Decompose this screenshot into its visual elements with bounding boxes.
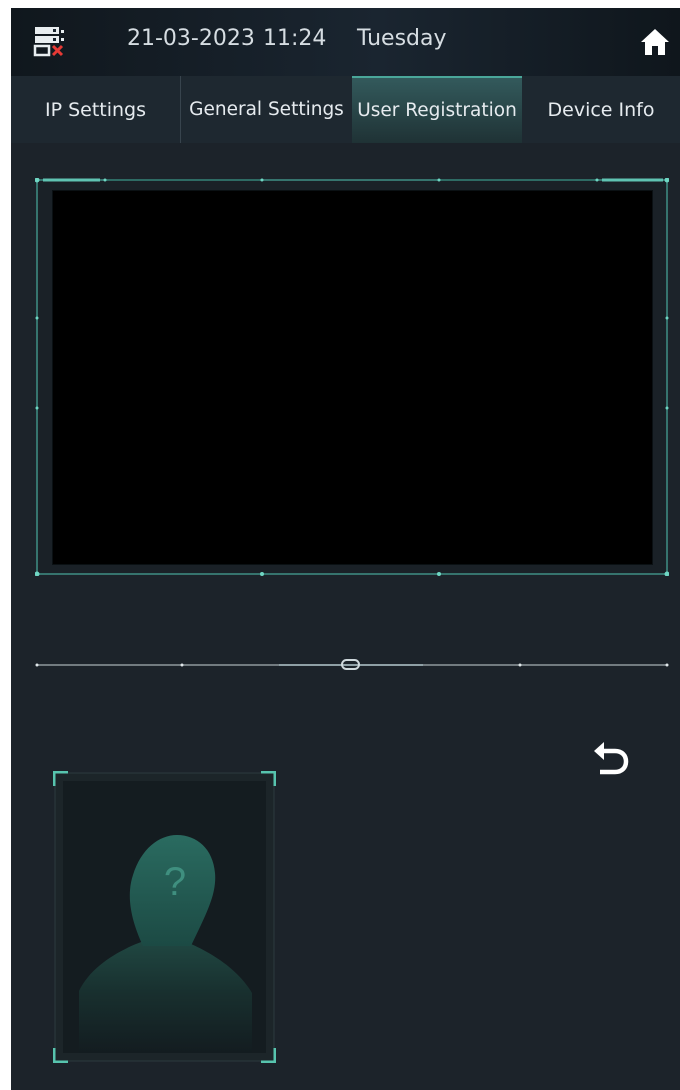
day-text: Tuesday [357, 26, 447, 51]
home-icon[interactable] [639, 26, 671, 58]
tab-bar: IP Settings General Settings User Regist… [11, 76, 680, 143]
tab-device-info[interactable]: Device Info [522, 76, 680, 143]
status-bar: 21-03-2023 11:24 Tuesday [11, 8, 680, 76]
photo-placeholder-mark: ? [164, 860, 186, 904]
time-text: 11:24 [263, 26, 327, 51]
undo-icon[interactable] [591, 735, 631, 775]
date-text: 21-03-2023 [127, 26, 255, 51]
camera-preview [52, 190, 653, 565]
device-screen: 21-03-2023 11:24 Tuesday IP Settings Gen… [11, 8, 680, 1090]
tab-general-settings[interactable]: General Settings [181, 76, 352, 143]
user-photo-frame[interactable]: ? [53, 771, 276, 1063]
tab-user-registration[interactable]: User Registration [352, 76, 522, 143]
server-disconnected-icon [33, 27, 64, 57]
slider-handle[interactable] [341, 659, 360, 670]
tab-ip-settings[interactable]: IP Settings [11, 76, 181, 143]
